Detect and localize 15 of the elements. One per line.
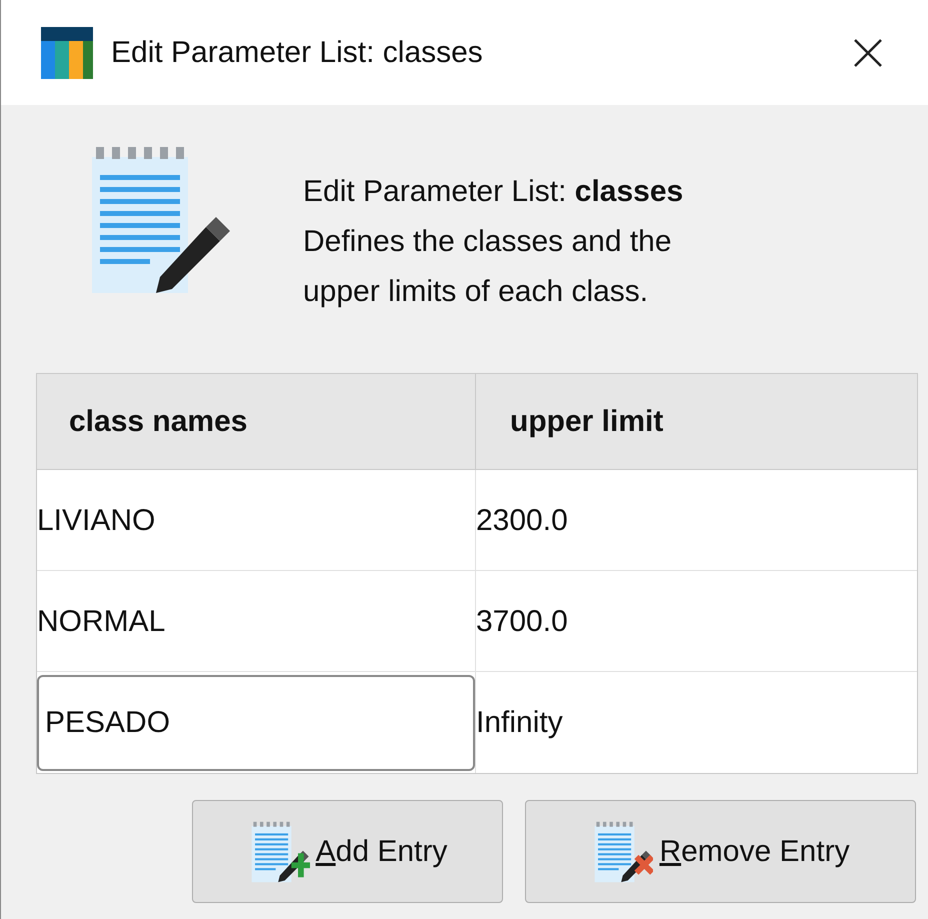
table-cell-text: 3700.0 [476, 604, 568, 640]
header-title: Edit Parameter List: classes [303, 174, 684, 210]
app-logo-icon [41, 26, 93, 78]
table-cell-text: 2300.0 [476, 502, 568, 538]
dialog-button[interactable]: Remove Entry [525, 800, 916, 903]
cell-edit-field[interactable]: PESADO [37, 674, 475, 770]
close-icon [853, 38, 883, 68]
column-header[interactable]: class names [37, 374, 476, 469]
table-cell-text: Infinity [476, 705, 563, 741]
table-cell-text: LIVIANO [37, 502, 156, 538]
window-title: Edit Parameter List: classes [111, 35, 483, 71]
table-cell-text: NORMAL [37, 604, 166, 640]
dialog-button[interactable]: Add Entry [192, 800, 503, 903]
column-header[interactable]: upper limit [476, 374, 917, 469]
header-description: Defines the classes and the upper limits of each class. [303, 224, 673, 310]
